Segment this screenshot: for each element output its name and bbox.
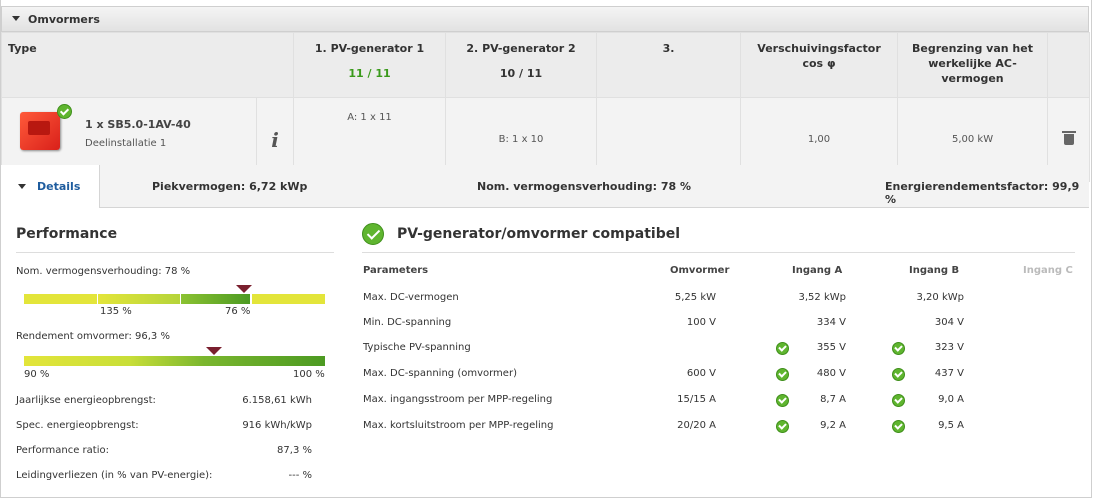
divider: [16, 252, 334, 253]
col-input-a: Ingang A: [792, 265, 843, 276]
check-icon: [776, 420, 789, 433]
bar-marker: [235, 285, 252, 293]
info-icon[interactable]: i: [271, 128, 279, 152]
inverter-value: 100 V: [686, 317, 716, 328]
table-header-row: Type 1. PV-generator 1 11 / 11 2. PV-gene…: [0, 32, 1091, 98]
check-icon: [892, 394, 905, 407]
peak-power: Piekvermogen: 6,72 kWp: [152, 180, 308, 193]
inverter-name: 1 x SB5.0-1AV-40: [85, 118, 191, 131]
energy-factor: Energierendementsfactor: 99,9 %: [885, 180, 1080, 206]
param-label: Max. kortsluitstroom per MPP-regeling: [363, 420, 554, 431]
tick-label: 76 %: [225, 306, 251, 317]
check-icon: [776, 394, 789, 407]
divider: [362, 252, 1075, 253]
bar-segment: [252, 294, 325, 304]
inverter-image: [20, 112, 60, 150]
perf-label: Spec. energieopbrengst:: [16, 420, 139, 431]
input-b-value: 9,0 A: [938, 394, 964, 405]
perf-label: Performance ratio:: [16, 445, 109, 456]
input-a-value: 9,2 A: [820, 420, 846, 431]
col-pv3: 3.: [596, 32, 742, 98]
col-pv2-label: 2. PV-generator 2: [466, 42, 576, 55]
input-a-value: 3,52 kWp: [798, 292, 846, 303]
details-bar: Details Piekvermogen: 6,72 kWp Nom. verm…: [1, 165, 1089, 208]
input-a-value: 480 V: [816, 368, 846, 379]
col-input-b: Ingang B: [909, 265, 960, 276]
inverter-value: 600 V: [686, 368, 716, 379]
compat-title: PV-generator/omvormer compatibel: [397, 226, 681, 242]
check-icon: [362, 223, 384, 245]
efficiency-label: Rendement omvormer: 96,3 %: [16, 331, 170, 342]
perf-value: 6.158,61 kWh: [242, 395, 312, 406]
subinstallation-label: Deelinstallatie 1: [85, 138, 167, 149]
chevron-down-icon[interactable]: [18, 184, 26, 189]
input-b-value: 437 V: [934, 368, 964, 379]
pv2-count: 10 / 11: [499, 67, 543, 80]
col-parameters: Parameters: [363, 265, 429, 276]
efficiency-bar: [24, 356, 325, 366]
check-icon: [57, 104, 72, 119]
inverter-value: 20/20 A: [677, 420, 716, 431]
bar-max-label: 100 %: [293, 369, 325, 380]
check-icon: [892, 368, 905, 381]
power-ratio: Nom. vermogensverhouding: 78 %: [477, 180, 692, 193]
check-icon: [776, 368, 789, 381]
perf-label: Leidingverliezen (in % van PV-energie):: [16, 470, 213, 481]
bar-marker: [205, 347, 222, 355]
col-type: Type: [0, 32, 295, 98]
tick-label: 135 %: [100, 306, 132, 317]
performance-title: Performance: [16, 226, 118, 242]
input-b-value: 304 V: [934, 317, 964, 328]
tab-details[interactable]: Details: [1, 165, 100, 208]
col-actions: [1047, 32, 1091, 98]
bar-min-label: 90 %: [24, 369, 50, 380]
bar-segment: [98, 294, 180, 304]
param-label: Max. DC-spanning (omvormer): [363, 368, 517, 379]
perf-value: 916 kWh/kWp: [242, 420, 312, 431]
check-icon: [892, 420, 905, 433]
col-limit: Begrenzing van het werkelijke AC-vermoge…: [897, 32, 1049, 98]
input-b-value: 323 V: [934, 342, 964, 353]
check-icon: [776, 342, 789, 355]
inverter-value: 5,25 kW: [674, 292, 716, 303]
bar-segment: [24, 294, 97, 304]
param-label: Typische PV-spanning: [363, 342, 471, 353]
input-b-value: 3,20 kWp: [916, 292, 964, 303]
inverter-table: Type 1. PV-generator 1 11 / 11 2. PV-gene…: [0, 32, 1091, 182]
col-input-c: Ingang C: [1023, 265, 1073, 276]
section-title: Omvormers: [28, 13, 100, 26]
col-pv1: 1. PV-generator 1 11 / 11: [293, 32, 447, 98]
inverter-value: 15/15 A: [677, 394, 716, 405]
input-b-value: 9,5 A: [938, 420, 964, 431]
col-inverter: Omvormer: [670, 265, 730, 276]
check-icon: [892, 342, 905, 355]
bar-segment: [181, 294, 250, 304]
nom-ratio-label: Nom. vermogensverhouding: 78 %: [16, 266, 191, 277]
perf-value: --- %: [288, 470, 312, 481]
param-label: Max. ingangsstroom per MPP-regeling: [363, 394, 553, 405]
tab-details-label[interactable]: Details: [37, 180, 80, 193]
param-label: Min. DC-spanning: [363, 317, 452, 328]
col-pv2: 2. PV-generator 2 10 / 11: [445, 32, 598, 98]
section-header[interactable]: Omvormers: [1, 6, 1089, 32]
col-pv1-label: 1. PV-generator 1: [314, 42, 425, 55]
trash-icon[interactable]: [1061, 130, 1076, 145]
input-a-value: 334 V: [816, 317, 846, 328]
input-a-value: 8,7 A: [820, 394, 846, 405]
perf-label: Jaarlijkse energieopbrengst:: [16, 395, 156, 406]
input-a-value: 355 V: [816, 342, 846, 353]
pv1-count: 11 / 11: [348, 67, 391, 80]
param-label: Max. DC-vermogen: [363, 292, 459, 303]
col-cos: Verschuivingsfactor cos φ: [740, 32, 899, 98]
perf-value: 87,3 %: [277, 445, 312, 456]
chevron-down-icon[interactable]: [12, 16, 20, 21]
